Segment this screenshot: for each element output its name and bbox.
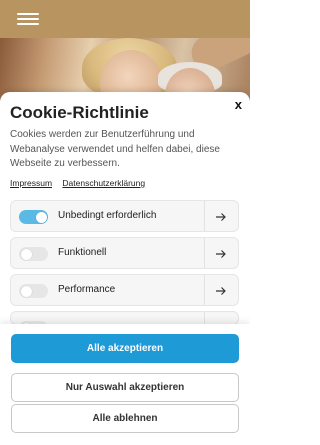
hamburger-menu-icon[interactable]	[17, 11, 39, 27]
cookie-option-performance: Performance	[10, 274, 239, 306]
cookie-dialog-title: Cookie-Richtlinie	[10, 103, 149, 122]
option-label: Unbedingt erforderlich	[58, 210, 157, 221]
accept-selection-button[interactable]: Nur Auswahl akzeptieren	[11, 373, 239, 402]
close-icon[interactable]: x	[235, 98, 242, 111]
page: x Cookie-Richtlinie Cookies werden zur B…	[0, 0, 250, 445]
cookie-option-partial	[10, 311, 239, 325]
impressum-link[interactable]: Impressum	[10, 178, 52, 188]
toggle-knob	[20, 248, 32, 260]
datenschutz-link[interactable]: Datenschutzerklärung	[62, 178, 145, 188]
top-header-bar	[0, 0, 250, 38]
arrow-right-icon[interactable]	[205, 275, 238, 305]
option-label: Performance	[58, 284, 116, 295]
toggle-knob	[35, 211, 47, 223]
option-label: Funktionell	[58, 247, 107, 258]
hamburger-line	[17, 23, 39, 25]
arrow-right-icon[interactable]	[205, 238, 238, 268]
accept-all-button[interactable]: Alle akzeptieren	[11, 334, 239, 363]
cookie-option-functional: Funktionell	[10, 237, 239, 269]
cookie-description: Cookies werden zur Benutzerführung und W…	[10, 129, 220, 169]
reject-all-button[interactable]: Alle ablehnen	[11, 404, 239, 433]
toggle-switch-necessary[interactable]	[19, 210, 48, 224]
toggle-switch-functional[interactable]	[19, 247, 48, 261]
legal-links: Impressum Datenschutzerklärung	[10, 178, 153, 188]
toggle-switch-performance[interactable]	[19, 284, 48, 298]
toggle-knob	[20, 285, 32, 297]
hamburger-line	[17, 13, 39, 15]
cookie-button-area: Alle akzeptieren Nur Auswahl akzeptieren…	[0, 324, 250, 445]
cookie-option-necessary: Unbedingt erforderlich	[10, 200, 239, 232]
arrow-right-icon[interactable]	[205, 201, 238, 231]
cookie-consent-dialog: x Cookie-Richtlinie Cookies werden zur B…	[0, 92, 250, 445]
hamburger-line	[17, 18, 39, 20]
